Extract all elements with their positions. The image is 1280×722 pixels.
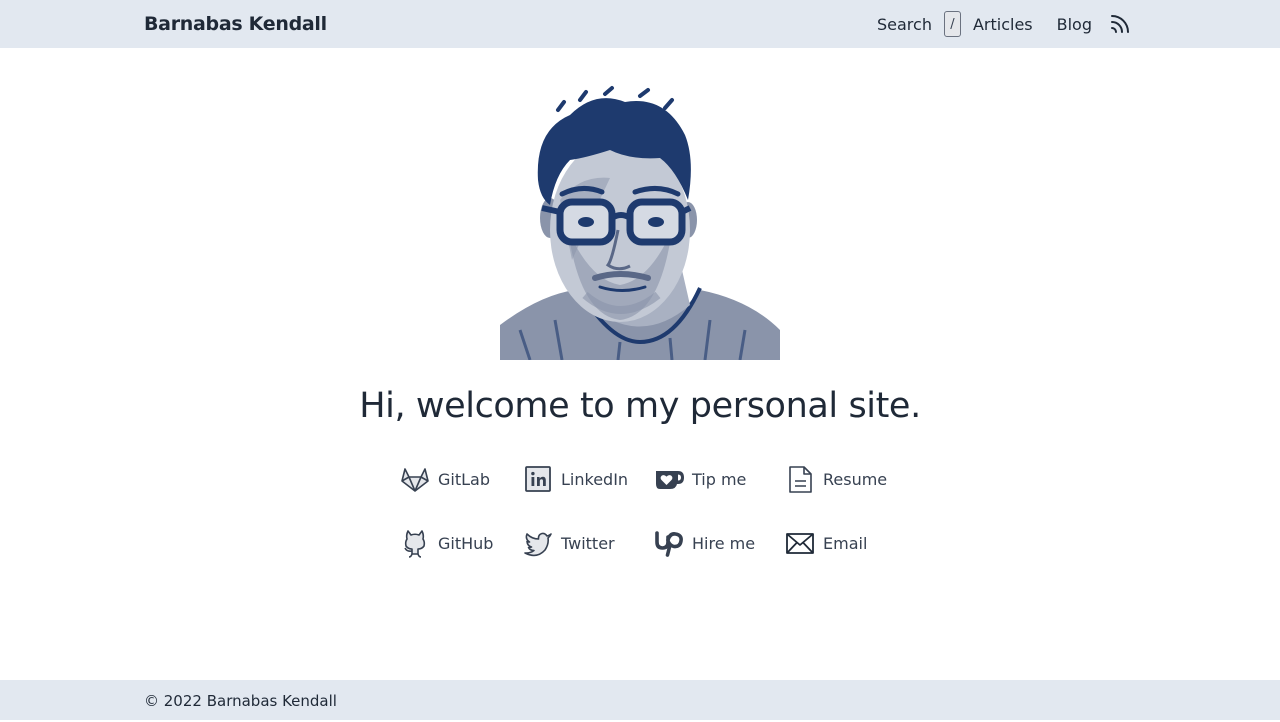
document-icon [789,466,812,493]
email-label: Email [823,533,868,553]
linkedin-label: LinkedIn [561,469,629,489]
gitlab-link[interactable]: GitLab [400,463,490,495]
main-nav: Search / Articles Blog [877,0,1132,48]
resume-label: Resume [823,469,888,489]
upwork-icon [655,531,683,557]
site-header: Barnabas Kendall Search / Articles Blog [0,0,1280,48]
avatar [500,80,780,361]
nav-articles-link[interactable]: Articles [973,15,1033,34]
twitter-bird-icon [524,532,552,557]
nav-blog-link[interactable]: Blog [1057,15,1092,34]
github-link[interactable]: GitHub [400,527,493,559]
envelope-icon [786,533,814,554]
hire-me-label: Hire me [692,533,756,553]
gitlab-icon [401,468,429,492]
twitter-label: Twitter [561,533,615,553]
resume-link[interactable]: Resume [785,463,887,495]
kofi-cup-icon [656,471,684,489]
hire-me-link[interactable]: Hire me [654,527,755,559]
github-icon [404,530,426,558]
rss-icon[interactable] [1108,12,1132,36]
portrait-photo [500,86,780,361]
gitlab-label: GitLab [438,469,490,489]
site-footer: © 2022 Barnabas Kendall [0,680,1280,720]
tip-me-label: Tip me [692,469,747,489]
github-label: GitHub [438,533,494,553]
linkedin-icon [525,466,551,492]
copyright-text: © 2022 Barnabas Kendall [144,692,337,710]
search-shortcut-key: / [943,11,961,37]
site-title-link[interactable]: Barnabas Kendall [144,0,327,48]
linkedin-link[interactable]: LinkedIn [523,463,628,495]
tip-me-link[interactable]: Tip me [654,463,746,495]
nav-search-link[interactable]: Search [877,15,932,34]
email-link[interactable]: Email [785,527,867,559]
twitter-link[interactable]: Twitter [523,527,615,559]
welcome-heading: Hi, welcome to my personal site. [359,386,921,426]
